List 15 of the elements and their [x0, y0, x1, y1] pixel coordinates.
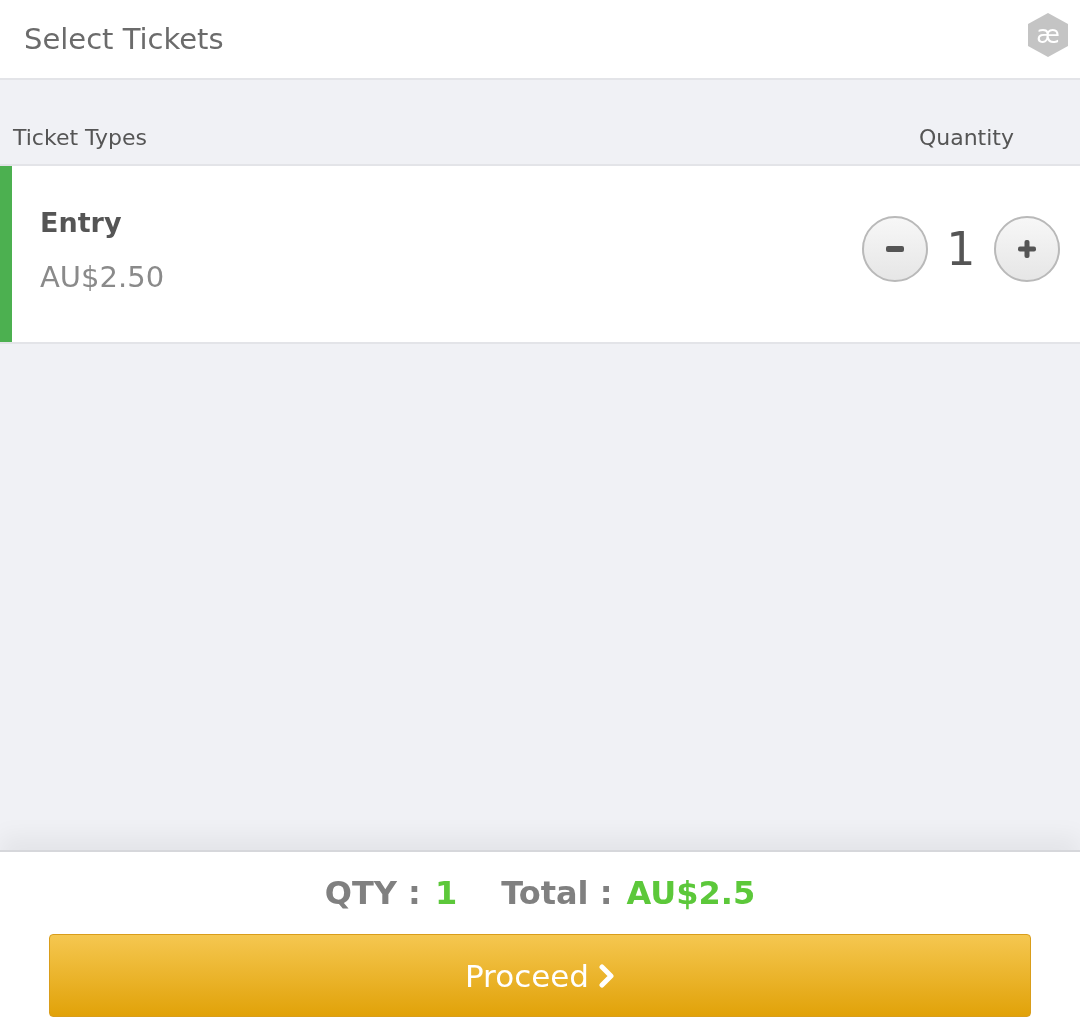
chevron-right-icon	[599, 963, 615, 988]
quantity-value: 1	[946, 222, 976, 276]
logo-badge: æ	[1028, 13, 1068, 57]
ticket-name: Entry	[40, 206, 123, 238]
minus-icon	[886, 246, 904, 252]
qty-value: 1	[434, 874, 458, 912]
ticket-price: AU$2.50	[40, 259, 165, 294]
ticket-row[interactable]: Entry AU$2.50 1	[0, 166, 1080, 344]
page-title: Select Tickets	[24, 22, 224, 56]
qty-label: QTY :	[324, 874, 421, 912]
total-value: AU$2.5	[626, 874, 756, 912]
plus-icon	[1018, 240, 1036, 258]
column-heading: Ticket Types	[13, 125, 148, 150]
column-heading: Quantity	[918, 125, 1014, 150]
total-label: Total :	[501, 874, 613, 912]
